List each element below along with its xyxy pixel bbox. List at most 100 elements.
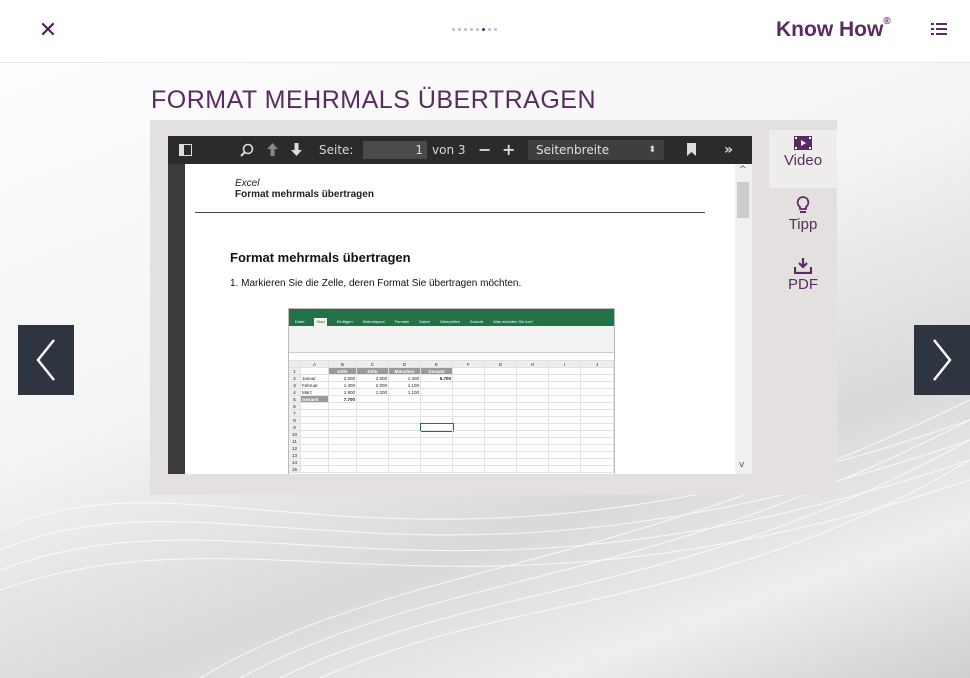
excel-cell [549, 445, 581, 452]
excel-cell [485, 396, 517, 403]
excel-cell [485, 382, 517, 389]
excel-cell [301, 424, 329, 431]
excel-cell: 2.500 [357, 375, 389, 382]
doc-header-app: Excel [235, 178, 260, 189]
excel-cell [421, 410, 453, 417]
excel-cell: H [517, 361, 549, 368]
excel-cell [357, 424, 389, 431]
arrow-down-icon[interactable] [290, 142, 303, 157]
excel-cell [485, 389, 517, 396]
excel-cell [549, 410, 581, 417]
doc-header-title: Format mehrmals übertragen [235, 189, 374, 200]
excel-cell: 10 [289, 431, 301, 438]
previous-button[interactable] [18, 325, 74, 395]
excel-cell: 7.700 [329, 396, 357, 403]
excel-cell [421, 445, 453, 452]
excel-cell [453, 445, 485, 452]
excel-cell [421, 466, 453, 473]
excel-cell [357, 466, 389, 473]
excel-cell: 1.400 [389, 375, 421, 382]
excel-cell [549, 368, 581, 375]
excel-cell [549, 424, 581, 431]
page-title: FORMAT MEHRMALS ÜBERTRAGEN [151, 86, 596, 114]
sidebar-toggle-icon[interactable] [179, 144, 192, 156]
excel-cell [581, 466, 614, 473]
excel-cell [389, 452, 421, 459]
excel-cell [301, 438, 329, 445]
excel-cell [485, 438, 517, 445]
excel-cell [453, 389, 485, 396]
progress-dot [476, 28, 479, 31]
excel-cell [357, 445, 389, 452]
pdf-page: Excel Format mehrmals übertragen Format … [185, 164, 735, 474]
excel-cell [329, 438, 357, 445]
excel-cell [389, 466, 421, 473]
excel-cell [549, 403, 581, 410]
excel-cell [581, 417, 614, 424]
excel-cell [485, 431, 517, 438]
excel-cell: I [549, 361, 581, 368]
zoom-out-button[interactable]: − [478, 142, 491, 158]
excel-cell [581, 396, 614, 403]
excel-cell: 13 [289, 452, 301, 459]
vertical-scrollbar[interactable]: ^ v [735, 164, 752, 474]
bookmark-icon[interactable] [687, 143, 696, 156]
doc-step-1: 1. Markieren Sie die Zelle, deren Format… [230, 278, 522, 289]
excel-cell [301, 403, 329, 410]
arrow-up-icon[interactable] [266, 142, 279, 157]
search-icon[interactable] [240, 143, 254, 157]
excel-cell: Gesamt [421, 368, 453, 375]
excel-cell: 7 [289, 410, 301, 417]
excel-cell: J [581, 361, 614, 368]
excel-cell [329, 459, 357, 466]
excel-cell [549, 375, 581, 382]
excel-screenshot: Datei Start Einfügen Seitenlayout Formeln Dat… [288, 308, 615, 474]
excel-cell [517, 396, 549, 403]
next-button[interactable] [914, 325, 970, 395]
excel-cell [421, 403, 453, 410]
scroll-down-icon[interactable]: v [739, 460, 744, 470]
excel-cell [549, 417, 581, 424]
excel-cell [581, 431, 614, 438]
excel-cell: 1.200 [357, 389, 389, 396]
excel-cell [581, 438, 614, 445]
excel-cell [357, 410, 389, 417]
tipp-button[interactable]: Tipp [769, 190, 837, 248]
video-button[interactable]: Video [769, 130, 837, 188]
excel-cell [581, 424, 614, 431]
zoom-in-button[interactable]: + [502, 142, 515, 158]
zoom-select-value: Seitenbreite [536, 143, 610, 157]
more-tools-icon[interactable]: » [724, 142, 733, 158]
excel-cell [453, 368, 485, 375]
excel-cell [357, 403, 389, 410]
excel-cell: 1.100 [389, 382, 421, 389]
excel-cell: E [421, 361, 453, 368]
excel-cell [453, 403, 485, 410]
excel-cell [301, 368, 329, 375]
excel-cell [485, 445, 517, 452]
close-icon[interactable]: ✕ [37, 18, 59, 44]
excel-cell: F [453, 361, 485, 368]
zoom-select[interactable]: Seitenbreite ⬍ [528, 140, 664, 160]
scroll-thumb[interactable] [737, 182, 749, 218]
page-number-input[interactable]: 1 [363, 141, 427, 159]
chevron-left-icon [36, 339, 55, 381]
excel-cell [357, 396, 389, 403]
list-icon[interactable] [931, 22, 947, 36]
excel-tab: Was möchten Sie tun? [493, 319, 534, 324]
excel-cell [453, 396, 485, 403]
pdf-button[interactable]: PDF [769, 252, 837, 310]
excel-cell [581, 389, 614, 396]
excel-cell [329, 410, 357, 417]
excel-cell [421, 431, 453, 438]
excel-cell [421, 417, 453, 424]
excel-cell: 5 [289, 396, 301, 403]
excel-cell: 2.000 [329, 375, 357, 382]
excel-cell [517, 389, 549, 396]
excel-cell [301, 431, 329, 438]
excel-tab: Einfügen [336, 319, 353, 324]
brand-mark: ® [883, 16, 891, 27]
excel-cell [389, 403, 421, 410]
scroll-up-icon[interactable]: ^ [739, 165, 747, 175]
excel-cell: 1.100 [389, 389, 421, 396]
